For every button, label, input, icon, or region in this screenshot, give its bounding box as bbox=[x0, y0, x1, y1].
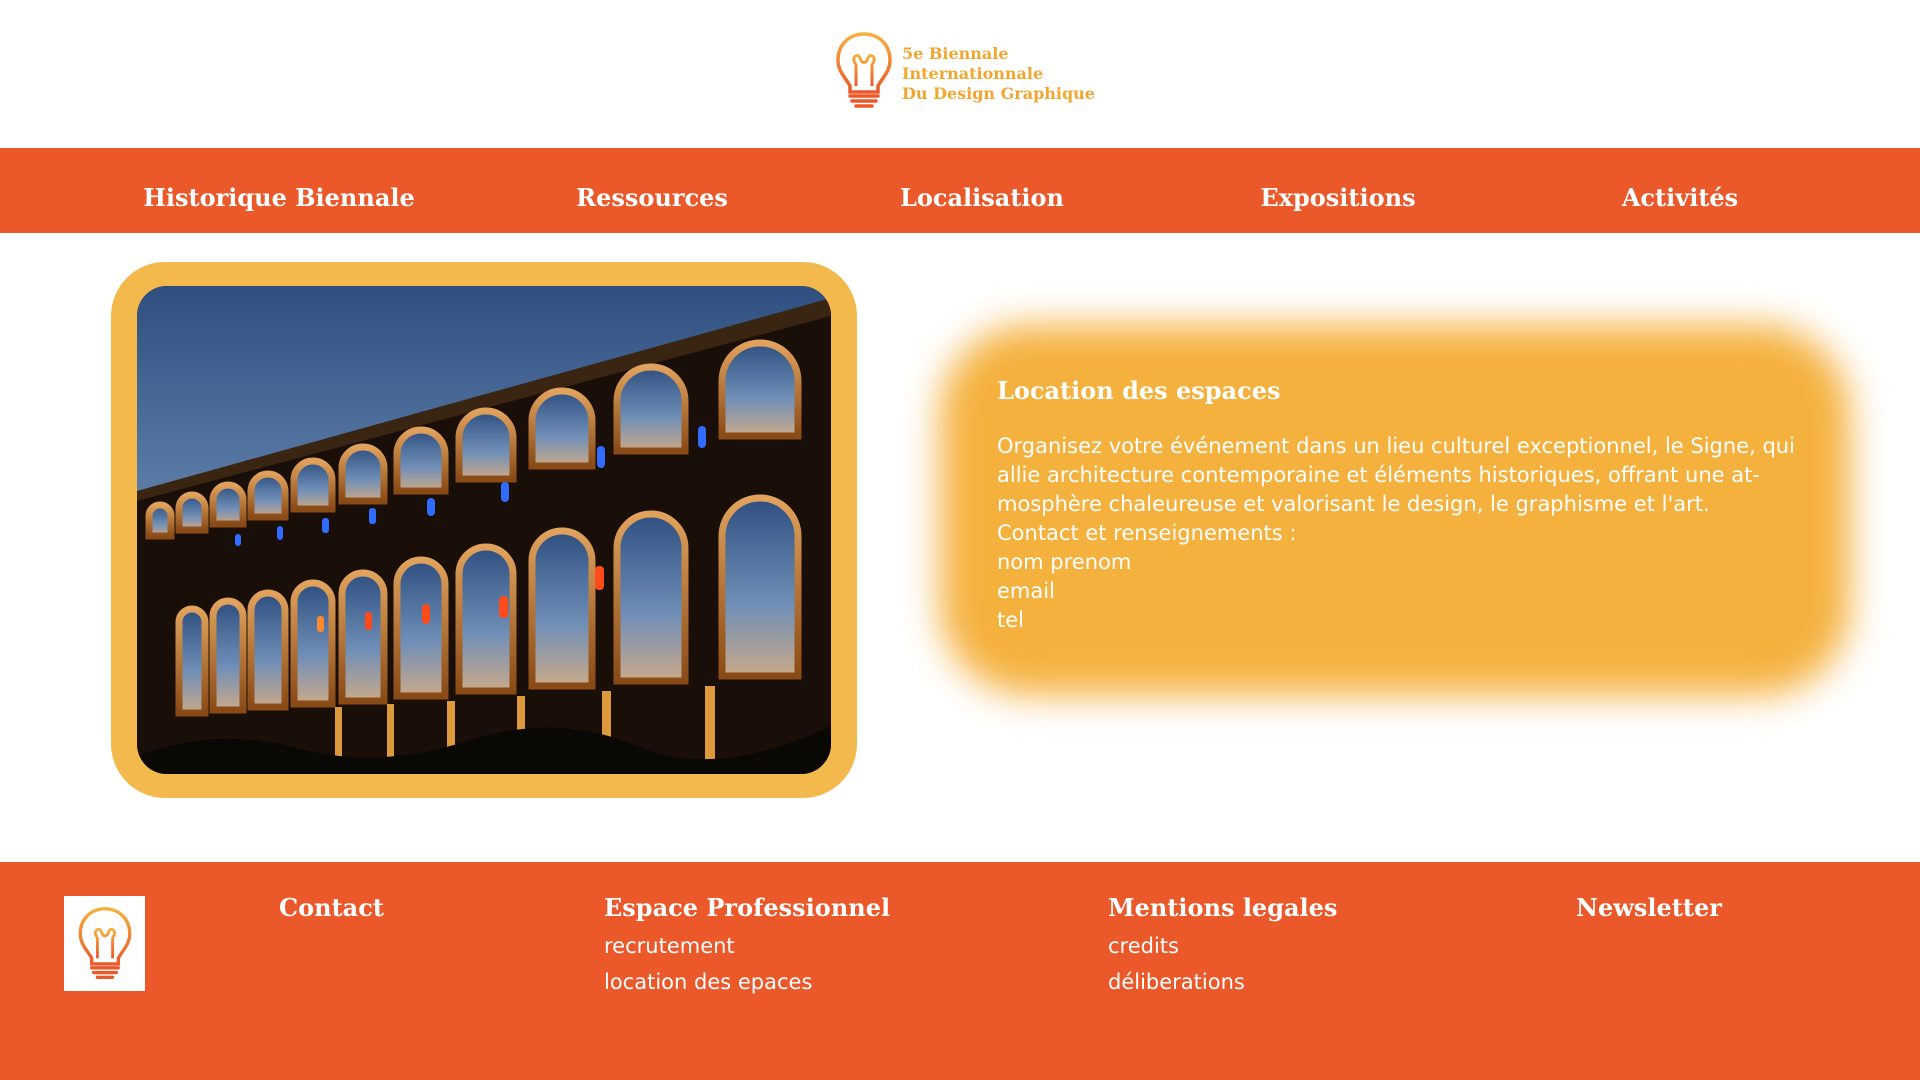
info-line: Organisez votre événement dans un lieu c… bbox=[997, 434, 1795, 458]
nav-item-historique-biennale[interactable]: Historique Biennale bbox=[143, 148, 415, 233]
lightbulb-icon bbox=[836, 32, 892, 108]
logo-line: Internationnale bbox=[902, 64, 1044, 83]
info-contact-name: nom prenom bbox=[997, 550, 1132, 574]
nav-label: Ressources bbox=[576, 183, 728, 212]
footer: Contact Espace Professionnel recrutement… bbox=[0, 862, 1920, 1080]
footer-link-location-des-epaces[interactable]: location des epaces bbox=[604, 964, 890, 1000]
viaduct-photo bbox=[137, 286, 831, 774]
footer-col-contact: Contact bbox=[279, 892, 384, 924]
footer-links: credits déliberations bbox=[1108, 928, 1337, 1000]
nav-label: Localisation bbox=[899, 183, 1065, 212]
nav-item-ressources[interactable]: Ressources bbox=[576, 148, 728, 233]
footer-logo[interactable] bbox=[64, 896, 145, 991]
info-body: Organisez votre événement dans un lieu c… bbox=[997, 432, 1817, 635]
info-card: Location des espaces Organisez votre évé… bbox=[997, 374, 1817, 635]
main-nav: Historique Biennale Ressources Localisat… bbox=[0, 148, 1920, 233]
info-title: Location des espaces bbox=[997, 376, 1281, 405]
info-contact-tel: tel bbox=[997, 608, 1024, 632]
footer-col-newsletter: Newsletter bbox=[1576, 892, 1722, 924]
info-line: mosphère chaleureuse et valorisant le de… bbox=[997, 492, 1710, 516]
info-contact-email: email bbox=[997, 579, 1055, 603]
footer-col-mentions-legales: Mentions legales credits déliberations bbox=[1108, 892, 1337, 1000]
footer-link-credits[interactable]: credits bbox=[1108, 928, 1337, 964]
lightbulb-icon bbox=[78, 906, 131, 979]
info-line: allie architecture contemporaine et élém… bbox=[997, 463, 1760, 487]
footer-link-recrutement[interactable]: recrutement bbox=[604, 928, 890, 964]
footer-link-deliberations[interactable]: déliberations bbox=[1108, 964, 1337, 1000]
footer-heading-mentions-legales[interactable]: Mentions legales bbox=[1108, 893, 1337, 922]
info-line: Contact et renseignements : bbox=[997, 521, 1297, 545]
logo-title: 5e Biennale Internationnale Du Design Gr… bbox=[902, 44, 1095, 104]
footer-heading-espace-professionnel[interactable]: Espace Professionnel bbox=[604, 893, 890, 922]
logo-line: Du Design Graphique bbox=[902, 84, 1095, 103]
nav-item-expositions[interactable]: Expositions bbox=[1260, 148, 1415, 233]
nav-label: Expositions bbox=[1260, 183, 1416, 212]
footer-links: recrutement location des epaces bbox=[604, 928, 890, 1000]
footer-link-contact[interactable]: Contact bbox=[279, 893, 384, 922]
nav-item-activites[interactable]: Activités bbox=[1622, 148, 1738, 233]
footer-col-espace-professionnel: Espace Professionnel recrutement locatio… bbox=[604, 892, 890, 1000]
footer-link-newsletter[interactable]: Newsletter bbox=[1576, 893, 1722, 922]
site-logo[interactable]: 5e Biennale Internationnale Du Design Gr… bbox=[834, 30, 1095, 112]
photo-frame bbox=[111, 262, 857, 798]
nav-label: Historique Biennale bbox=[143, 183, 415, 212]
nav-label: Activités bbox=[1621, 183, 1739, 212]
logo-line: 5e Biennale bbox=[902, 44, 1009, 63]
nav-item-localisation[interactable]: Localisation bbox=[900, 148, 1064, 233]
